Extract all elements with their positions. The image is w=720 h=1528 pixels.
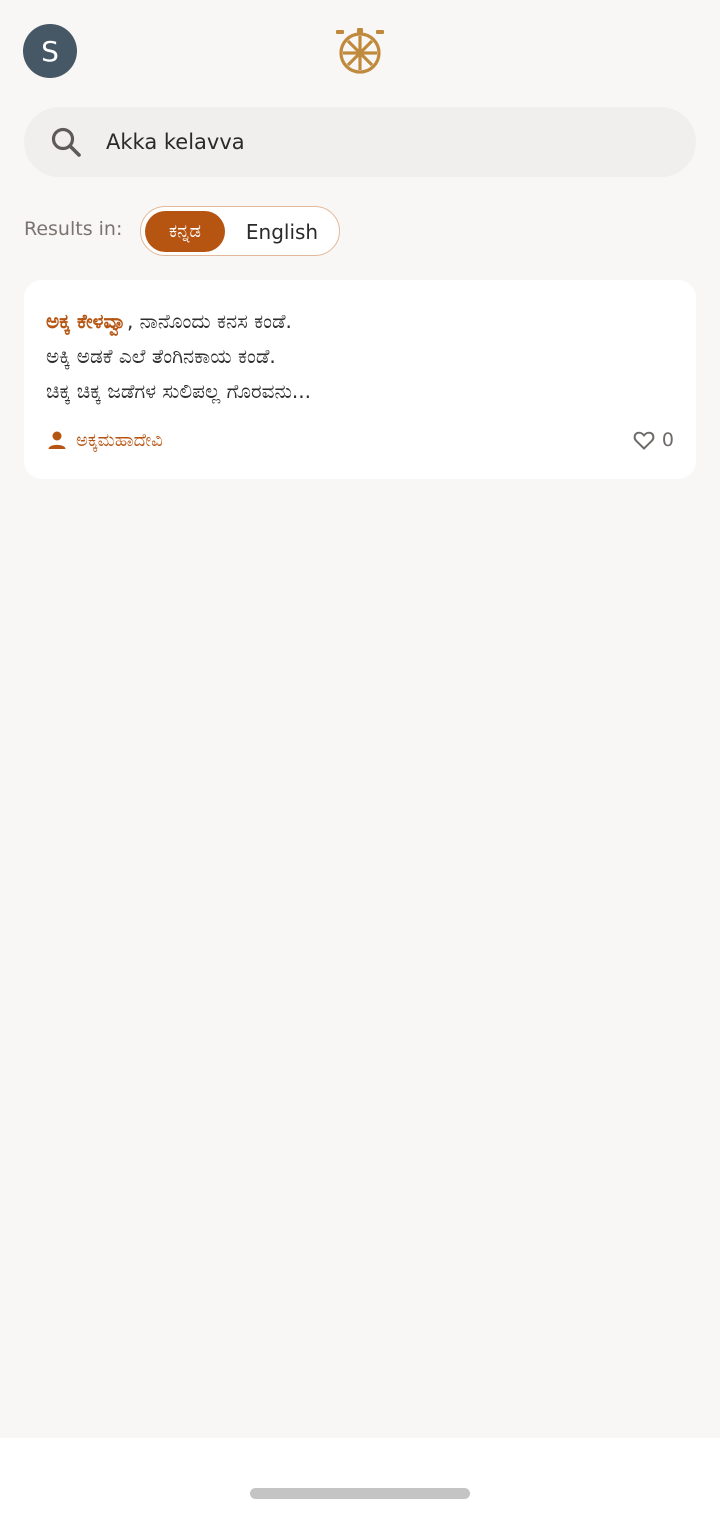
- avatar-letter: S: [41, 34, 59, 68]
- search-icon[interactable]: [48, 124, 84, 160]
- like-button[interactable]: 0: [632, 425, 674, 455]
- language-option-kannada[interactable]: ಕನ್ನಡ: [145, 211, 225, 252]
- result-excerpt: ಅಕ್ಕ ಕೇಳವ್ವಾ, ನಾನೊಂದು ಕನಸ ಕಂಡೆ. ಅಕ್ಕಿ ಅಡ…: [46, 304, 666, 409]
- search-match-highlight: ಅಕ್ಕ ಕೇಳವ್ವಾ: [46, 309, 127, 333]
- language-option-english[interactable]: English: [232, 211, 332, 252]
- heart-outline-icon: [633, 431, 655, 450]
- excerpt-line-1-rest: , ನಾನೊಂದು ಕನಸ ಕಂಡೆ.: [126, 309, 292, 333]
- bottom-bar: [0, 1438, 720, 1528]
- user-avatar[interactable]: S: [23, 24, 77, 78]
- results-in-label: Results in:: [24, 218, 123, 240]
- app-header: S: [0, 0, 720, 100]
- excerpt-line-2: ಅಕ್ಕಿ ಅಡಕೆ ಎಲೆ ತೆಂಗಿನಕಾಯ ಕಂಡೆ.: [46, 344, 276, 368]
- author-name: ಅಕ್ಕಮಹಾದೇವಿ: [76, 429, 163, 451]
- excerpt-line-1: ಅಕ್ಕ ಕೇಳವ್ವಾ, ನಾನೊಂದು ಕನಸ ಕಂಡೆ.: [46, 304, 666, 339]
- person-icon: [48, 431, 66, 449]
- excerpt-line-3: ಚಿಕ್ಕ ಚಿಕ್ಕ ಜಡೆಗಳ ಸುಲಿಪಲ್ಲ ಗೊರವನು...: [46, 379, 312, 403]
- search-input[interactable]: [106, 122, 666, 162]
- dharma-wheel-icon: [336, 28, 384, 74]
- home-indicator[interactable]: [250, 1488, 470, 1499]
- author-link[interactable]: ಅಕ್ಕಮಹಾದೇವಿ: [46, 425, 163, 455]
- like-count: 0: [661, 429, 674, 451]
